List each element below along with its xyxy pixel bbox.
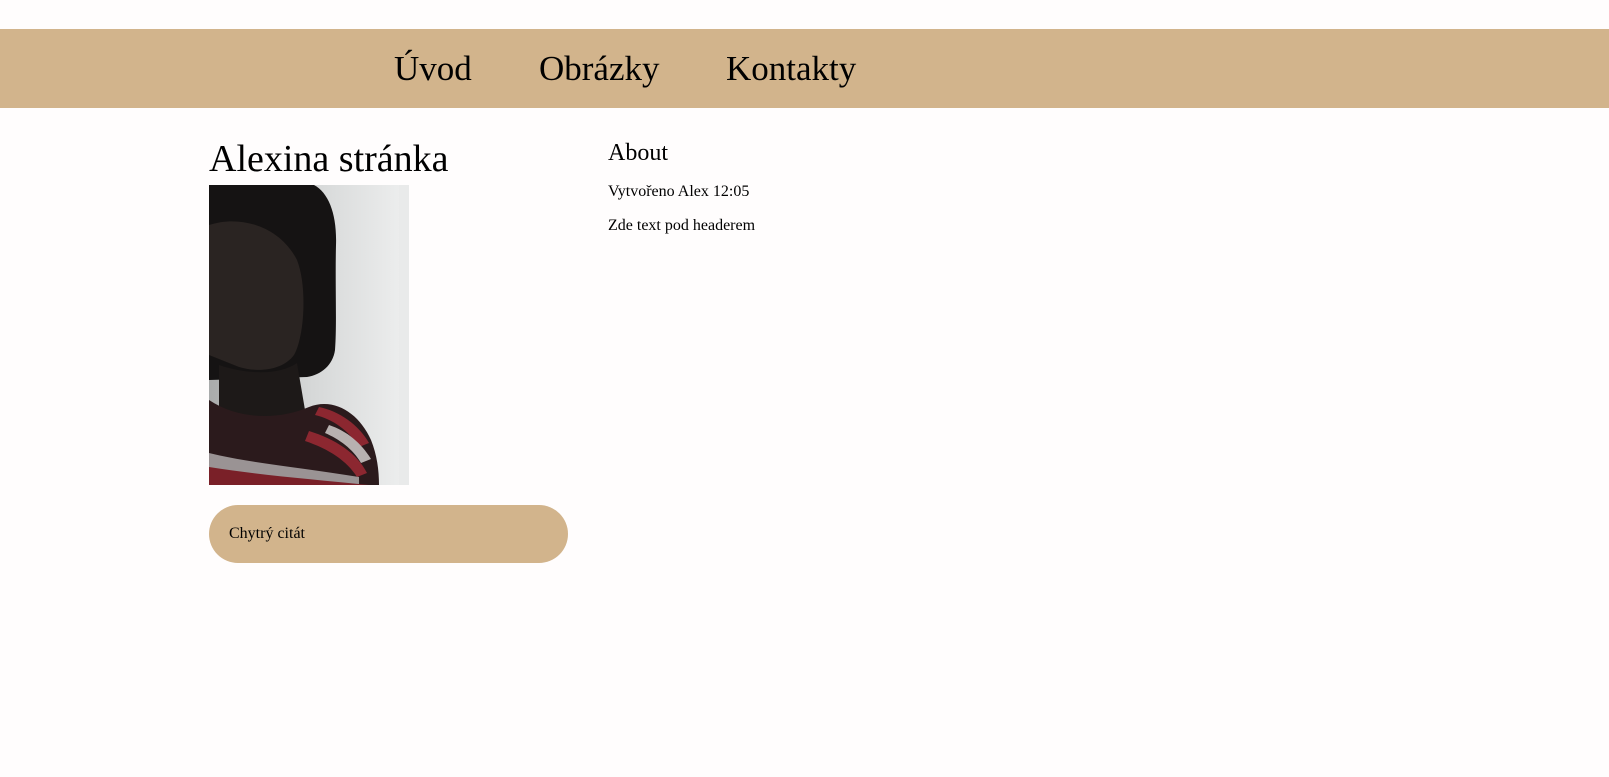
body-text: Zde text pod headerem <box>608 217 756 234</box>
about-heading: About <box>608 140 668 166</box>
nav-link-uvod[interactable]: Úvod <box>394 29 472 108</box>
quote-text: Chytrý citát <box>229 525 305 542</box>
portrait-silhouette-image <box>209 185 409 485</box>
nav-link-obrazky[interactable]: Obrázky <box>539 29 660 108</box>
portrait-photo <box>209 185 409 485</box>
top-navigation-bar: Úvod Obrázky Kontakty <box>0 29 1609 108</box>
post-meta: Vytvořeno Alex 12:05 <box>608 183 750 200</box>
nav-link-kontakty[interactable]: Kontakty <box>726 29 856 108</box>
site-title: Alexina stránka <box>209 138 449 180</box>
quote-box: Chytrý citát <box>209 505 568 563</box>
